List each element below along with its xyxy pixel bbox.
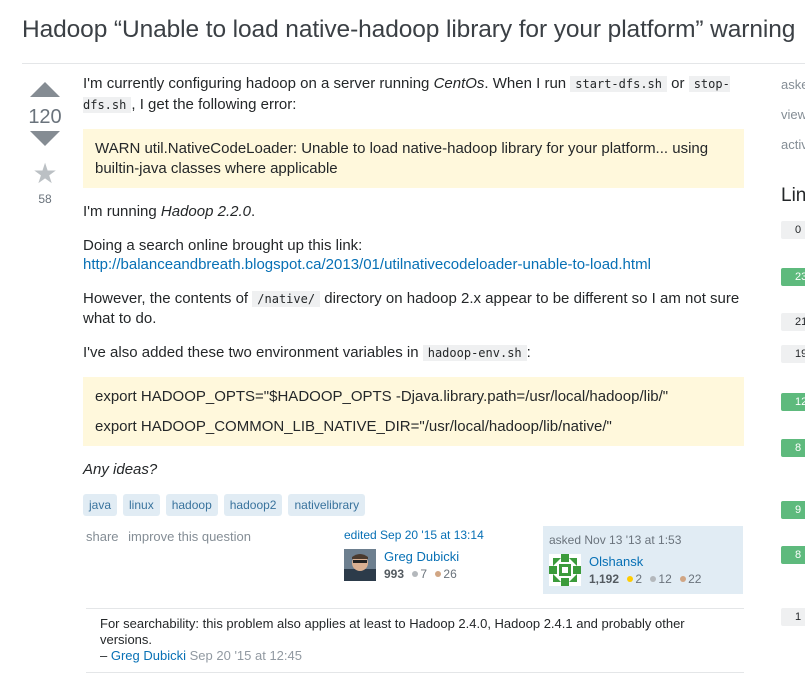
editor-avatar[interactable]	[344, 549, 376, 581]
body-paragraph-4: However, the contents of /native/ direct…	[83, 289, 740, 328]
linked-vote-badge[interactable]: 12	[781, 393, 805, 411]
asker-reputation: 1,192 2 12 22	[589, 572, 702, 586]
comment-item: For searchability: this problem also app…	[100, 616, 685, 663]
linked-vote-badge[interactable]: 21	[781, 313, 805, 331]
silver-badge-icon	[650, 576, 657, 583]
linked-vote-badge[interactable]: 1	[781, 608, 805, 626]
body-paragraph-1: I'm currently configuring hadoop on a se…	[83, 75, 730, 113]
linked-vote-badge[interactable]: 8	[781, 439, 805, 457]
bronze-badge-icon	[435, 571, 442, 578]
warning-blockquote: WARN util.NativeCodeLoader: Unable to lo…	[83, 129, 744, 188]
tag-hadoop[interactable]: hadoop	[165, 493, 218, 516]
post-menu: share improve this question	[86, 529, 257, 544]
linked-heading: Lin	[781, 185, 805, 206]
downvote-arrow-icon[interactable]	[30, 131, 60, 146]
active-label[interactable]: activ	[781, 137, 805, 152]
viewed-label: view	[781, 107, 805, 122]
inline-code: start-dfs.sh	[570, 76, 667, 92]
bronze-badge-icon	[680, 576, 687, 583]
linked-vote-badge[interactable]: 19	[781, 345, 805, 363]
body-closing: Any ideas?	[83, 461, 158, 478]
inline-code: /native/	[252, 290, 321, 307]
body-paragraph-5: I've also added these two environment va…	[83, 343, 531, 361]
editor-user-row: Greg Dubicki 993 7 26	[344, 549, 534, 581]
comment-list: For searchability: this problem also app…	[86, 608, 744, 673]
favorite-star-icon[interactable]: ★	[22, 160, 68, 188]
body-paragraph-2: I'm running Hadoop 2.2.0.	[83, 203, 256, 220]
question-body: I'm currently configuring hadoop on a se…	[83, 74, 744, 516]
reference-link[interactable]: http://balanceandbreath.blogspot.ca/2013…	[83, 256, 651, 273]
editor-card: edited Sep 20 '15 at 13:14 Greg Dubicki …	[344, 528, 534, 581]
linked-vote-badge[interactable]: 9	[781, 501, 805, 519]
asker-name-link[interactable]: Olshansk	[589, 554, 643, 569]
tag-nativelibrary[interactable]: nativelibrary	[288, 493, 366, 516]
question-title[interactable]: Hadoop “Unable to load native-hadoop lib…	[22, 16, 795, 44]
tag-hadoop2[interactable]: hadoop2	[223, 493, 283, 516]
upvote-arrow-icon[interactable]	[30, 82, 60, 97]
linked-vote-badge[interactable]: 8	[781, 546, 805, 564]
inline-code: hadoop-env.sh	[422, 344, 527, 361]
tag-list: java linux hadoop hadoop2 nativelibrary	[83, 493, 744, 516]
asked-label: aske	[781, 77, 805, 92]
tag-linux[interactable]: linux	[123, 493, 160, 516]
asker-identicon-avatar[interactable]	[549, 554, 581, 586]
linked-vote-badge[interactable]: 23	[781, 268, 805, 286]
asker-user-row: Olshansk 1,192 2 12 22	[549, 554, 737, 586]
title-divider	[22, 63, 805, 64]
tag-java[interactable]: java	[83, 493, 118, 516]
asker-card: asked Nov 13 '13 at 1:53 Olshansk 1,192 …	[543, 526, 743, 594]
comment-text: For searchability: this problem also app…	[100, 616, 685, 647]
favorite-count: 58	[38, 192, 52, 206]
improve-question-link[interactable]: improve this question	[128, 529, 251, 544]
editor-name-link[interactable]: Greg Dubicki	[384, 549, 459, 564]
vote-count: 120	[28, 106, 62, 128]
editor-reputation: 993 7 26	[384, 567, 457, 581]
vote-cell: 120 ★ 58	[22, 78, 68, 206]
silver-badge-icon	[412, 571, 419, 578]
body-paragraph-3: Doing a search online brought up this li…	[83, 236, 651, 274]
edited-timestamp-link[interactable]: edited Sep 20 '15 at 13:14	[344, 528, 534, 542]
share-link[interactable]: share	[86, 529, 119, 544]
linked-vote-badge[interactable]: 0	[781, 221, 805, 239]
env-vars-blockquote: export HADOOP_OPTS="$HADOOP_OPTS -Djava.…	[83, 377, 744, 446]
asked-timestamp: asked Nov 13 '13 at 1:53	[549, 533, 682, 547]
gold-badge-icon	[627, 576, 634, 583]
